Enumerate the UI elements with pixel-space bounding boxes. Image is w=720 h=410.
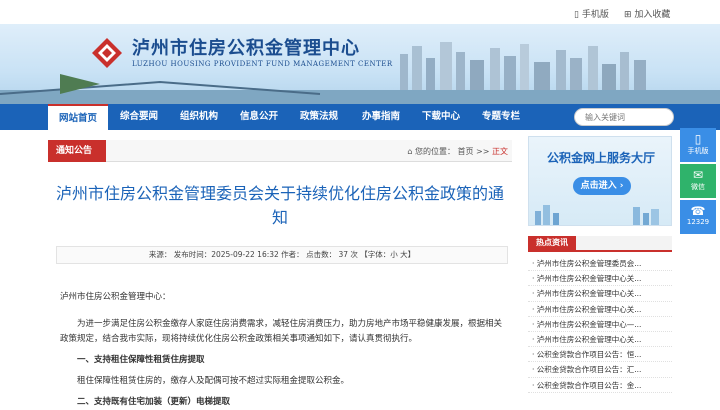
list-item[interactable]: · 公积金贷款合作项目公告：金... [528, 378, 672, 393]
mobile-tool-button[interactable]: ▯ 手机版 [680, 128, 716, 162]
top-bar: ▯ 手机版 ⊞ 加入收藏 [0, 0, 720, 26]
wechat-tool-button[interactable]: ✉ 微信 [680, 164, 716, 198]
breadcrumb: ⌂ 您的位置： 首页 >> 正文 [407, 146, 508, 157]
list-item-label: 公积金贷款合作项目公告：金... [536, 380, 642, 390]
hot-news-title: 热点资讯 [528, 236, 576, 250]
list-item-label: 泸州市住房公积金管理中心关... [536, 304, 642, 314]
nav-news[interactable]: 综合要闻 [110, 104, 168, 130]
nav-guide[interactable]: 办事指南 [352, 104, 410, 130]
site-title: 泸州市住房公积金管理中心 [132, 38, 360, 59]
home-icon: ⌂ [407, 147, 415, 156]
nav-policies[interactable]: 政策法规 [290, 104, 348, 130]
list-item[interactable]: · 泸州市住房公积金管理中心—... [528, 317, 672, 332]
list-item-label: 泸州市住房公积金管理中心关... [536, 274, 642, 284]
favorite-link[interactable]: ⊞ 加入收藏 [624, 7, 670, 20]
nav-downloads[interactable]: 下载中心 [412, 104, 470, 130]
mobile-tool-label: 手机版 [687, 147, 709, 155]
article-title: 泸州市住房公积金管理委员会关于持续优化住房公积金政策的通知 [55, 184, 504, 227]
mobile-label: 手机版 [581, 10, 609, 20]
mobile-link[interactable]: ▯ 手机版 [574, 7, 609, 20]
list-item-label: 公积金贷款合作项目公告：恒... [536, 350, 642, 360]
enter-button[interactable]: 点击进入 › [573, 177, 631, 195]
list-item[interactable]: · 泸州市住房公积金管理委员会... [528, 256, 672, 272]
article-body: 泸州市住房公积金管理中心： 为进一步满足住房公积金缴存人家庭住房消费需求，减轻住… [60, 290, 510, 410]
nav-organization[interactable]: 组织机构 [170, 104, 228, 130]
favorite-label: 加入收藏 [634, 10, 671, 20]
list-item-label: 泸州市住房公积金管理委员会... [536, 259, 642, 268]
list-item-label: 公积金贷款合作项目公告：汇... [536, 365, 642, 375]
breadcrumb-location-label: 您的位置： [414, 147, 455, 156]
logo-icon [92, 38, 122, 68]
phone-icon: ▯ [574, 10, 582, 20]
plus-icon: ⊞ [624, 10, 635, 20]
breadcrumb-separator: >> [476, 147, 490, 156]
article-paragraph: 泸州市住房公积金管理中心： [60, 292, 171, 302]
hotline-tool-button[interactable]: ☎ 12329 [680, 200, 716, 234]
list-item[interactable]: · 泸州市住房公积金管理中心关... [528, 302, 672, 317]
breadcrumb-current: 正文 [492, 147, 508, 156]
wechat-icon: ✉ [692, 168, 704, 182]
nav-info-disclosure[interactable]: 信息公开 [230, 104, 288, 130]
hot-news-header: 热点资讯 [528, 236, 672, 252]
nav-special[interactable]: 专题专栏 [472, 104, 530, 130]
list-item[interactable]: · 公积金贷款合作项目公告：汇... [528, 362, 672, 378]
hotline-tool-label: 12329 [686, 218, 710, 226]
online-service-banner[interactable]: 公积金网上服务大厅 点击进入 › [528, 136, 672, 226]
wechat-tool-label: 微信 [691, 183, 705, 191]
nav-home[interactable]: 网站首页 [48, 104, 108, 130]
list-item[interactable]: · 泸州市住房公积金管理中心关... [528, 271, 672, 287]
search-input[interactable] [575, 109, 665, 125]
article-meta: 来源： 发布时间：2025-09-22 16:32 作者： 点击数： 37 次 … [56, 246, 508, 264]
list-item[interactable]: · 泸州市住房公积金管理中心关... [528, 332, 672, 348]
hot-news-list: · 泸州市住房公积金管理委员会... · 泸州市住房公积金管理中心关... · … [528, 256, 672, 393]
skyline-icon [535, 205, 659, 225]
list-item-label: 泸州市住房公积金管理中心—... [536, 319, 642, 329]
article-paragraph: 租住保障性租赁住房的，缴存人及配偶可按不超过实际租金提取公积金。 [77, 376, 350, 386]
phone-icon: ▯ [694, 132, 702, 146]
article-heading: 二、支持既有住宅加装（更新）电梯提取 [77, 397, 231, 407]
section-tab: 通知公告 [48, 140, 106, 162]
header-banner: 泸州市住房公积金管理中心 LUZHOU HOUSING PROVIDENT FU… [0, 24, 720, 104]
list-item[interactable]: · 公积金贷款合作项目公告：恒... [528, 347, 672, 363]
article-paragraph: 为进一步满足住房公积金缴存人家庭住房消费需求，减轻住房消费压力，助力房地产市场平… [60, 319, 503, 344]
breadcrumb-bar: 通知公告 ⌂ 您的位置： 首页 >> 正文 [48, 140, 512, 162]
list-item[interactable]: · 泸州市住房公积金管理中心关... [528, 286, 672, 302]
list-item-label: 泸州市住房公积金管理中心关... [536, 334, 642, 344]
site-subtitle: LUZHOU HOUSING PROVIDENT FUND MANAGEMENT… [132, 60, 393, 68]
search-box [574, 108, 674, 126]
hot-news-panel: 热点资讯 · 泸州市住房公积金管理委员会... · 泸州市住房公积金管理中心关.… [528, 236, 672, 393]
breadcrumb-home-link[interactable]: 首页 [458, 147, 474, 156]
list-item-label: 泸州市住房公积金管理中心关... [536, 289, 642, 299]
phone-call-icon: ☎ [690, 204, 706, 218]
article-heading: 一、支持租住保障性租赁住房提取 [77, 355, 205, 365]
online-service-title: 公积金网上服务大厅 [546, 151, 655, 165]
